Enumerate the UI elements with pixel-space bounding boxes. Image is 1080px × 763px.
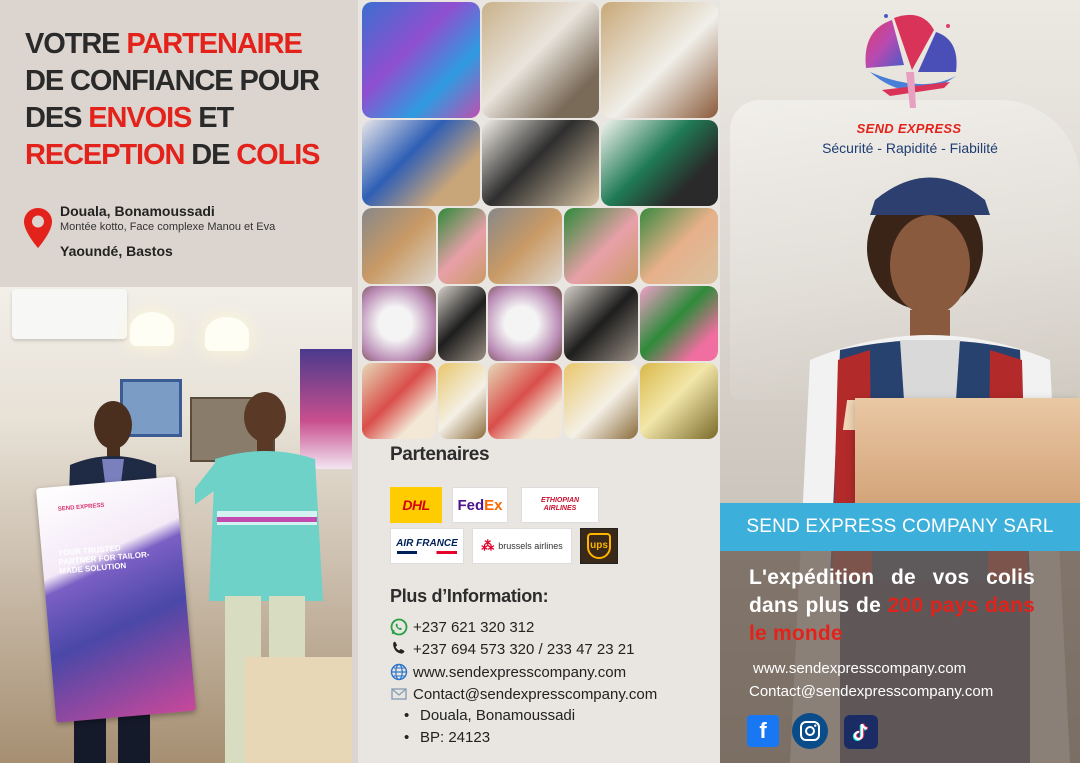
email-row: Contact@sendexpresscompany.com [390,685,657,703]
whatsapp-number[interactable]: +237 621 320 312 [413,619,534,636]
parcel-thumbnail [482,120,599,206]
partners-title: Partenaires [390,444,490,465]
fedex-logo-text: Ex [484,496,503,514]
air-france-logo: AIR FRANCE [390,528,464,564]
parcel-thumbnail [362,120,480,206]
send-express-logo-icon [865,14,957,108]
ceiling-lamp [130,312,174,346]
parcel-thumbnail [601,2,718,118]
headline-text: ET [191,102,234,134]
address-detail: Montée kotto, Face complexe Manou et Eva [60,221,276,233]
parcel-box [855,398,1080,503]
ups-logo: ups [580,528,618,564]
air-france-stripe [397,551,457,554]
headline-highlight: COLIS [236,139,320,171]
brussels-airlines-logo: ⁂ brussels airlines [472,528,572,564]
address-yaounde: Yaoundé, Bastos [60,243,173,259]
parcel-thumbnail [640,363,718,439]
brussels-logo-text: brussels airlines [498,541,563,551]
footer-website-link[interactable]: www.sendexpresscompany.com [753,660,966,677]
phone-icon [393,641,405,654]
office-photo: SEND EXPRESS YOUR TRUSTED PARTNER FOR TA… [0,287,352,763]
parcel-thumbnail [482,2,599,118]
location-pin-icon [24,208,52,248]
fedex-logo-text: Fed [457,496,485,514]
parcel-thumbnail [488,363,562,439]
company-name-bar: SEND EXPRESS COMPANY SARL [720,503,1080,551]
parcel-thumbnail [362,208,436,284]
address-douala: Douala, Bonamoussadi [60,203,215,219]
held-poster: SEND EXPRESS YOUR TRUSTED PARTNER FOR TA… [36,476,196,723]
parcel-thumbnail [640,286,718,361]
parcel-thumbnail [438,286,486,361]
headline-text: VOTRE [25,28,127,60]
ethiopian-airlines-logo: ETHIOPIAN AIRLINES [521,487,599,523]
parcel-thumbnail [438,363,486,439]
whatsapp-row: +237 621 320 312 [390,618,534,636]
website-link[interactable]: www.sendexpresscompany.com [413,664,626,681]
headline-highlight: RECEPTION [25,139,185,171]
phone-row: +237 694 573 320 / 233 47 23 21 [390,640,634,658]
slogan: L'expédition de vos colis dans plus de 2… [749,564,1035,648]
parcel-thumbnail [362,286,436,361]
brand-name: SEND EXPRESS [856,121,962,136]
po-box-bullet: BP: 24123 [404,729,490,746]
poster-title: YOUR TRUSTED PARTNER FOR TAILOR-MADE SOL… [57,543,150,576]
parcel-thumbnail [640,208,718,284]
ethiopian-logo-text: ETHIOPIAN [540,497,580,504]
headline-highlight: ENVOIS [88,102,192,134]
phone-numbers[interactable]: +237 694 573 320 / 233 47 23 21 [413,641,634,658]
poster-brand: SEND EXPRESS [57,502,105,513]
email-icon [391,688,407,700]
parcel-thumbnail [564,363,638,439]
headline-text: DE [184,139,237,171]
instagram-glyph [800,721,820,741]
parcel-thumbnail [564,208,638,284]
parcel-thumbnail [601,120,718,206]
fedex-logo: Fed Ex [452,487,508,523]
headline-text: DES [25,102,89,134]
dhl-logo: DHL [390,487,442,523]
flyer-page: VOTRE PARTENAIRE DE CONFIANCE POUR DES E… [0,0,1080,763]
air-france-logo-text: AIR FRANCE [396,538,458,549]
desk [245,657,352,763]
brand-tagline: Sécurité - Rapidité - Fiabilité [822,140,998,156]
address-bullet: Douala, Bonamoussadi [404,707,575,724]
email-link[interactable]: Contact@sendexpresscompany.com [413,686,657,703]
parcel-photo-grid [362,2,718,439]
whatsapp-icon [390,618,408,636]
parcel-thumbnail [488,208,562,284]
air-conditioner [12,289,127,339]
parcel-thumbnail [362,2,480,118]
tiktok-icon[interactable] [844,715,878,749]
headline-text: DE CONFIANCE POUR [25,65,320,97]
headline: VOTRE PARTENAIRE DE CONFIANCE POUR DES E… [25,26,355,174]
facebook-icon[interactable]: f [747,715,779,747]
instagram-icon[interactable] [792,713,828,749]
parcel-thumbnail [438,208,486,284]
ethiopian-logo-text: AIRLINES [543,505,577,512]
ceiling-lamp [205,317,249,351]
headline-highlight: PARTENAIRE [126,28,302,60]
brussels-mark-icon: ⁂ [481,538,495,553]
parcel-thumbnail [488,286,562,361]
ups-logo-text: ups [587,533,611,559]
tiktok-glyph [852,723,869,741]
website-row: www.sendexpresscompany.com [390,663,626,681]
parcel-thumbnail [362,363,436,439]
globe-icon [390,663,408,681]
info-title: Plus d’Information: [390,586,549,606]
parcel-thumbnail [564,286,638,361]
footer-email-link[interactable]: Contact@sendexpresscompany.com [749,683,993,700]
